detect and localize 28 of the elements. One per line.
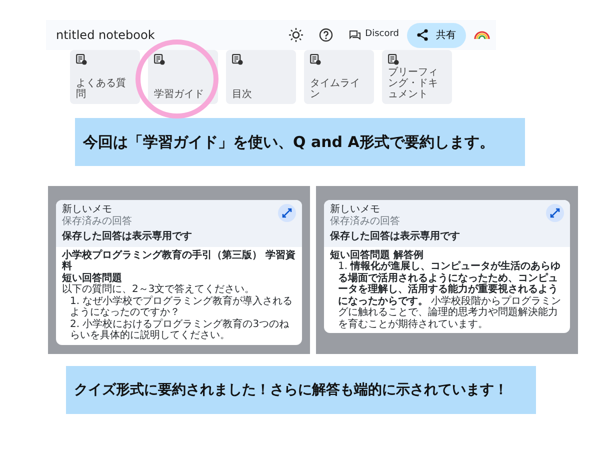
card-label: タイムライン (310, 78, 361, 100)
note-title: 新しいメモ (330, 204, 381, 216)
section-heading: 短い回答問題 (62, 272, 123, 284)
read-only-notice: 保存した回答は表示専用です (330, 231, 461, 242)
note-heading: 小学校プログラミング教育の手引（第三版） 学習資料 (62, 250, 296, 272)
note-type-card[interactable]: 学習ガイド (148, 50, 218, 104)
discord-link[interactable]: Discord (365, 28, 399, 42)
notebook-title: ntitled notebook (56, 27, 155, 44)
note-subtitle: 保存済みの回答 (330, 216, 400, 227)
section-heading: 短い回答問題 解答例 (330, 250, 424, 260)
card-label: 学習ガイド (154, 89, 205, 100)
note-title: 新しいメモ (62, 204, 113, 216)
instruction-text: 以下の質問に、2～3文で答えてください。 (62, 284, 256, 296)
caption-banner: 今回は「学習ガイド」を使い、Q and A形式で要約します。 (75, 118, 525, 166)
card-label: 目次 (232, 89, 253, 100)
note-type-card[interactable]: よくある質問 (70, 50, 140, 104)
list-item: 1. なぜ小学校でプログラミング教育が導入されるようになったのですか？ (69, 296, 294, 318)
share-button[interactable]: 共有 (407, 22, 466, 48)
read-only-notice: 保存した回答は表示専用です (62, 231, 193, 242)
card-label: ブリーフィング・ドキュメント (388, 67, 439, 100)
card-label: よくある質問 (76, 78, 127, 100)
caption-banner: クイズ形式に要約されました！さらに解答も端的に示されています！ (66, 366, 536, 414)
list-item: 2. 小学校におけるプログラミング教育の3つのねらいを具体的に説明してください。 (69, 318, 290, 342)
list-item: 1. 情報化が進展し、コンピュータが生活のあらゆる場面で活用されるようになったため、コンピュータを理解し、活用する能力が重要視されるようになったからです。 小学校段階からプログラミングに触れることで、論理的思考力や問題解決能力を育むことが期待されています。 (337, 261, 562, 330)
note-type-card[interactable]: ブリーフィング・ドキュメント (382, 50, 452, 104)
note-subtitle: 保存済みの回答 (62, 216, 132, 227)
note-type-card[interactable]: タイムライン (304, 50, 374, 104)
note-type-card[interactable]: 目次 (226, 50, 296, 104)
